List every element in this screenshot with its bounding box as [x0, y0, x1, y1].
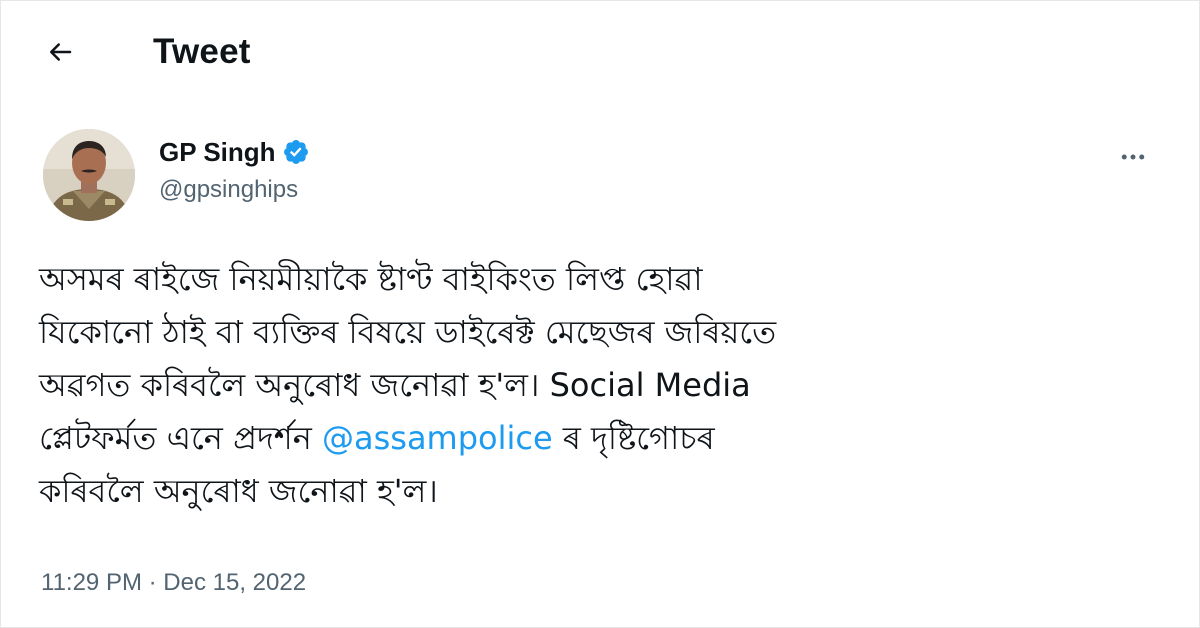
tweet-author: GP Singh @gpsinghips [1, 113, 1200, 233]
avatar[interactable] [43, 129, 135, 221]
tweet-text-line: অৱগত কৰিবলৈ অনুৰোধ জনোৱা হ'ল। Social Med… [39, 366, 751, 404]
tweet-timestamp[interactable]: 11:29 PM · Dec 15, 2022 [41, 567, 306, 599]
tweet-text-line: অসমৰ ৰাইজে নিয়মীয়াকৈ ষ্টাণ্ট বাইকিংত ল… [39, 260, 703, 298]
tweet-text-line: যিকোনো ঠাই বা ব্যক্তিৰ বিষয়ে ডাইৰেক্ট ম… [39, 313, 777, 351]
tweet-page: Tweet GP Singh @gpsinghips অসমৰ ৰাইজে নি… [0, 0, 1200, 628]
author-info: GP Singh @gpsinghips [159, 135, 310, 207]
tweet-text-segment: ৰ দৃষ্টিগোচৰ [552, 419, 715, 457]
avatar-image [43, 129, 135, 221]
author-display-name: GP Singh [159, 137, 276, 167]
arrow-left-icon [50, 43, 72, 61]
tweet-text-line: প্লেটফৰ্মত এনে প্ৰদৰ্শন @assampolice ৰ দ… [39, 412, 1169, 465]
tweet-text: অসমৰ ৰাইজে নিয়মীয়াকৈ ষ্টাণ্ট বাইকিংত ল… [39, 253, 1169, 518]
author-name-link[interactable]: GP Singh [159, 135, 310, 169]
page-title: Tweet [153, 32, 251, 71]
more-options-button[interactable] [1113, 137, 1153, 177]
tweet-text-segment: প্লেটফৰ্মত এনে প্ৰদৰ্শন [39, 419, 322, 457]
author-handle[interactable]: @gpsinghips [159, 173, 310, 207]
header-bar: Tweet [1, 1, 1200, 101]
mention-link[interactable]: @assampolice [322, 419, 553, 457]
tweet-text-line: কৰিবলৈ অনুৰোধ জনোৱা হ'ল। [39, 472, 438, 510]
verified-badge-icon [283, 140, 308, 164]
back-button[interactable] [39, 31, 81, 73]
more-horizontal-icon [1121, 154, 1145, 160]
